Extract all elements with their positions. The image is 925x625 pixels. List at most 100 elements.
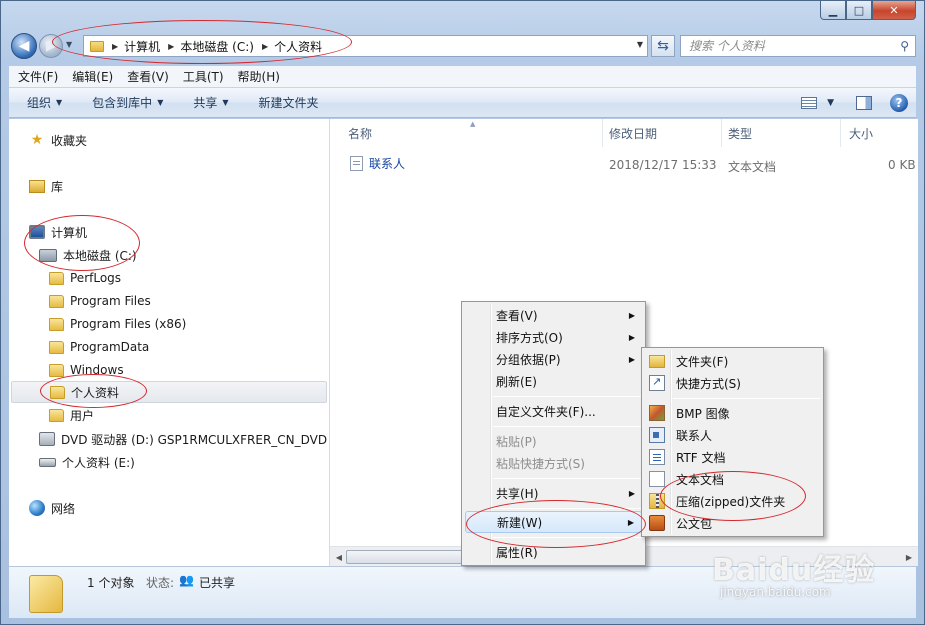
address-dropdown-icon[interactable]: ▼ <box>637 40 643 49</box>
nav-libraries[interactable]: 库 <box>29 175 63 197</box>
nav-folder-program-files-x86[interactable]: Program Files (x86) <box>49 313 186 335</box>
nav-folder-users[interactable]: 用户 <box>49 404 94 426</box>
scroll-right-icon[interactable]: ▶ <box>902 550 916 564</box>
share-button[interactable]: 共享 ▼ <box>193 94 228 111</box>
maximize-button[interactable]: □ <box>846 1 872 20</box>
ctx-sort-by[interactable]: 排序方式(O) ▶ <box>465 326 642 348</box>
column-header-type[interactable]: 类型 <box>728 119 752 147</box>
folder-icon <box>49 408 64 422</box>
menu-view[interactable]: 查看(V) <box>122 68 174 85</box>
new-text-document-item[interactable]: 文本文档 <box>645 468 820 490</box>
new-folder-item[interactable]: 文件夹(F) <box>645 350 820 372</box>
search-icon[interactable]: ⚲ <box>900 39 909 53</box>
watermark: Baidu经验 jingyan.baidu.com <box>712 545 902 615</box>
preview-pane-button[interactable] <box>854 93 874 113</box>
forward-button[interactable]: ▶ <box>39 34 63 58</box>
ctx-view[interactable]: 查看(V) ▶ <box>465 304 642 326</box>
close-button[interactable]: ✕ <box>872 1 916 20</box>
ctx-label: 刷新(E) <box>496 374 537 389</box>
watermark-logo: Baidu经验 <box>712 553 876 588</box>
new-briefcase-item[interactable]: 公文包 <box>645 512 820 534</box>
column-divider[interactable] <box>602 119 603 147</box>
ctx-customize-folder[interactable]: 自定义文件夹(F)... <box>465 400 642 422</box>
ctx-label: 排序方式(O) <box>496 330 563 345</box>
folder-icon <box>49 317 64 331</box>
ctx-properties[interactable]: 属性(R) <box>465 541 642 563</box>
nav-dvd-drive[interactable]: DVD 驱动器 (D:) GSP1RMCULXFRER_CN_DVD <box>39 428 327 450</box>
ctx-separator <box>493 426 642 427</box>
computer-icon <box>29 225 45 239</box>
search-box[interactable]: ⚲ <box>680 35 916 57</box>
history-dropdown-icon[interactable]: ▼ <box>66 40 72 49</box>
ctx-label: 粘贴(P) <box>496 434 537 449</box>
menu-edit[interactable]: 编辑(E) <box>67 68 118 85</box>
ctx-separator <box>493 478 642 479</box>
nav-folder-windows[interactable]: Windows <box>49 359 124 381</box>
nav-label: PerfLogs <box>70 271 122 285</box>
ctx-group-by[interactable]: 分组依据(P) ▶ <box>465 348 642 370</box>
view-dropdown-icon[interactable]: ▼ <box>827 98 834 108</box>
new-bmp-item[interactable]: BMP 图像 <box>645 402 820 424</box>
menu-bar: 文件(F) 编辑(E) 查看(V) 工具(T) 帮助(H) <box>9 66 916 88</box>
nav-folder-programdata[interactable]: ProgramData <box>49 336 149 358</box>
chevron-down-icon: ▼ <box>56 98 63 107</box>
help-icon[interactable]: ? <box>890 94 908 112</box>
ctx-label: 文件夹(F) <box>676 354 729 369</box>
file-name[interactable]: 联系人 <box>350 155 405 172</box>
menu-file[interactable]: 文件(F) <box>13 68 63 85</box>
breadcrumb-separator-icon[interactable]: ▶ <box>112 42 118 51</box>
ctx-label: RTF 文档 <box>676 450 726 465</box>
nav-computer[interactable]: 计算机 <box>29 221 87 243</box>
new-rtf-item[interactable]: RTF 文档 <box>645 446 820 468</box>
command-bar: 组织 ▼ 包含到库中 ▼ 共享 ▼ 新建文件夹 ▼ ? <box>9 88 916 118</box>
submenu-arrow-icon: ▶ <box>627 517 634 527</box>
ctx-label: 快捷方式(S) <box>676 376 741 391</box>
text-document-icon <box>649 471 665 487</box>
search-input[interactable] <box>689 39 889 53</box>
zip-folder-icon <box>649 493 665 509</box>
ctx-label: 分组依据(P) <box>496 352 561 367</box>
nav-folder-perflogs[interactable]: PerfLogs <box>49 267 121 289</box>
menu-tools[interactable]: 工具(T) <box>178 68 229 85</box>
address-bar[interactable]: ▶ 计算机 ▶ 本地磁盘 (C:) ▶ 个人资料 ▼ <box>83 35 648 57</box>
menu-help[interactable]: 帮助(H) <box>233 68 285 85</box>
column-divider[interactable] <box>840 119 841 147</box>
refresh-button[interactable]: ⇆ <box>651 35 675 57</box>
breadcrumb-local-disk[interactable]: 本地磁盘 (C:) <box>180 38 254 55</box>
new-folder-button[interactable]: 新建文件夹 <box>259 94 319 111</box>
nav-drive-e[interactable]: 个人资料 (E:) <box>39 451 135 473</box>
column-header-name[interactable]: 名称 <box>348 119 372 147</box>
folder-icon <box>49 271 64 285</box>
minimize-button[interactable]: ▁ <box>820 1 846 20</box>
nav-favorites[interactable]: ★ 收藏夹 <box>29 129 87 151</box>
nav-local-disk-c[interactable]: 本地磁盘 (C:) <box>39 244 137 266</box>
breadcrumb-computer[interactable]: 计算机 <box>124 38 160 55</box>
ctx-new[interactable]: 新建(W) ▶ <box>465 511 642 533</box>
nav-folder-personal-data[interactable]: 个人资料 <box>11 381 327 403</box>
contact-icon <box>649 427 665 443</box>
hard-disk-icon <box>39 248 57 262</box>
ctx-refresh[interactable]: 刷新(E) <box>465 370 642 392</box>
include-library-button[interactable]: 包含到库中 ▼ <box>92 94 163 111</box>
change-view-button[interactable] <box>799 93 819 113</box>
new-contact-item[interactable]: 联系人 <box>645 424 820 446</box>
back-button[interactable]: ◀ <box>11 33 37 59</box>
new-zip-folder-item[interactable]: 压缩(zipped)文件夹 <box>645 490 820 512</box>
organize-button[interactable]: 组织 ▼ <box>27 94 62 111</box>
nav-label: 用户 <box>70 408 95 423</box>
new-shortcut-item[interactable]: 快捷方式(S) <box>645 372 820 394</box>
column-divider[interactable] <box>721 119 722 147</box>
column-header-size[interactable]: 大小 <box>849 119 873 147</box>
nav-network[interactable]: 网络 <box>29 497 75 519</box>
nav-folder-program-files[interactable]: Program Files <box>49 290 151 312</box>
ctx-label: 文本文档 <box>676 472 725 487</box>
column-header-date[interactable]: 修改日期 <box>609 119 657 147</box>
breadcrumb-separator-icon[interactable]: ▶ <box>168 42 174 51</box>
breadcrumb-separator-icon[interactable]: ▶ <box>262 42 268 51</box>
ctx-separator <box>673 398 820 399</box>
ctx-share[interactable]: 共享(H) ▶ <box>465 482 642 504</box>
state-label: 状态: <box>146 576 175 590</box>
scroll-left-icon[interactable]: ◀ <box>332 550 346 564</box>
file-row[interactable]: 联系人 2018/12/17 15:33 文本文档 0 KB <box>330 151 918 174</box>
breadcrumb-personal-data[interactable]: 个人资料 <box>274 38 322 55</box>
